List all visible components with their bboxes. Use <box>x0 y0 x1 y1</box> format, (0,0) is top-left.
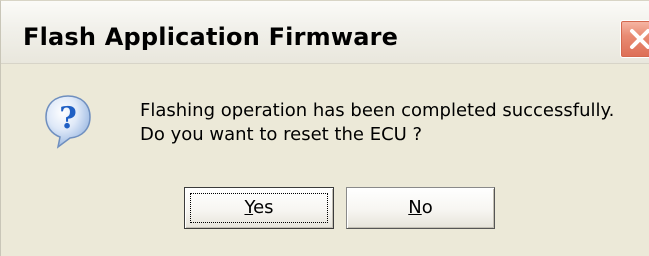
message-line-1: Flashing operation has been completed su… <box>140 100 615 121</box>
close-icon <box>630 29 649 49</box>
yes-mnemonic: Y <box>244 197 254 218</box>
dialog-title: Flash Application Firmware <box>23 23 399 51</box>
title-bar[interactable]: Flash Application Firmware <box>1 1 649 64</box>
no-mnemonic: N <box>408 197 422 218</box>
message-line-2: Do you want to reset the ECU ? <box>140 124 423 145</box>
dialog-window: Flash Application Firmware ? Flashing op… <box>0 0 649 256</box>
yes-button[interactable]: Yes <box>184 187 334 229</box>
svg-text:?: ? <box>59 101 77 136</box>
no-button[interactable]: No <box>346 187 495 229</box>
dialog-message: Flashing operation has been completed su… <box>140 99 614 147</box>
yes-label-rest: es <box>253 197 274 218</box>
close-button[interactable] <box>620 20 649 58</box>
no-label-rest: o <box>421 197 433 218</box>
question-icon: ? <box>45 95 91 149</box>
